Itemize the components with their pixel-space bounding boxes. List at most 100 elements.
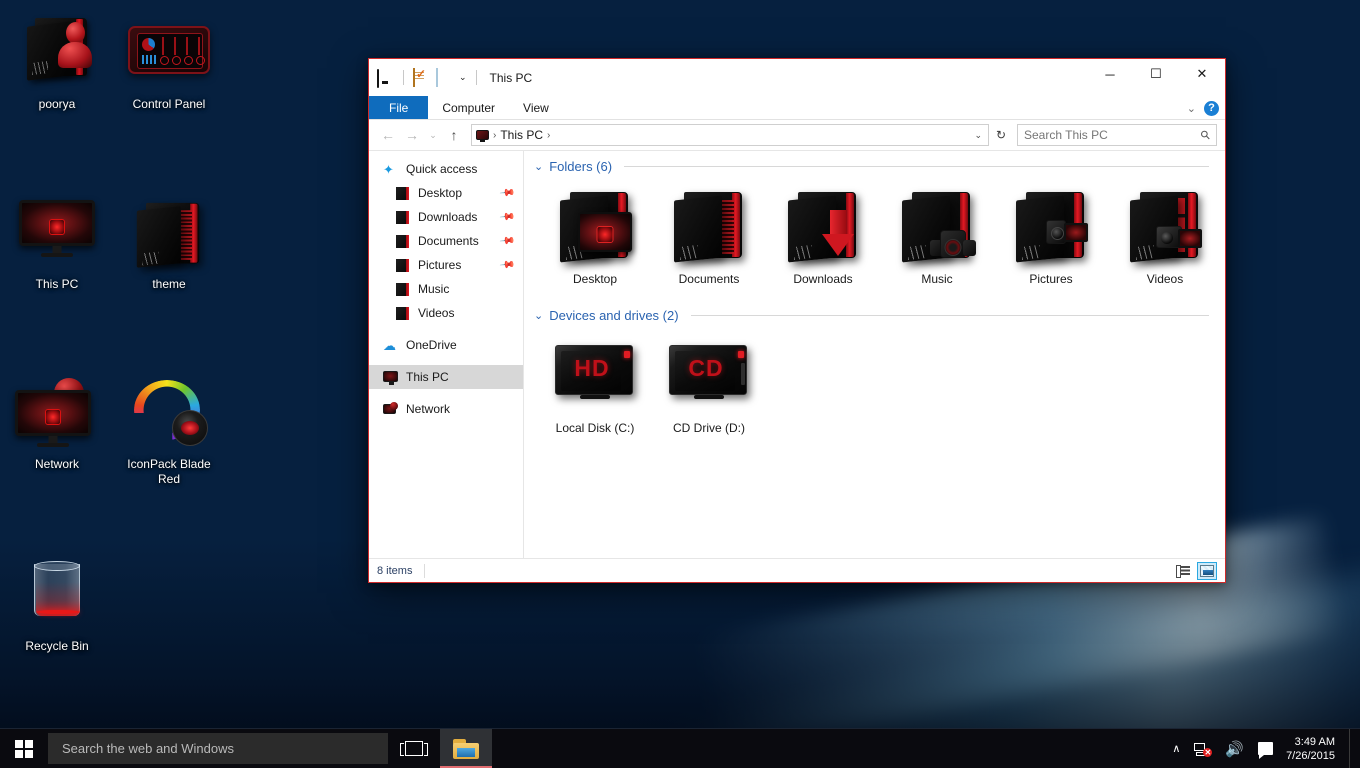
chevron-down-icon[interactable]: ⌄ — [534, 160, 543, 173]
properties-icon[interactable] — [413, 69, 430, 86]
recent-locations-button[interactable]: ⌄ — [425, 124, 441, 146]
window-controls[interactable]: ─ ☐ ✕ — [1087, 59, 1225, 89]
file-item-cd-drive-d[interactable]: CD CD Drive (D:) — [652, 331, 766, 443]
sidebar-item-network[interactable]: Network — [369, 397, 523, 421]
chevron-down-icon[interactable]: ⌄ — [1187, 102, 1196, 115]
desktop-icon-recycle-bin[interactable]: Recycle Bin — [2, 556, 112, 655]
action-center-button[interactable] — [1251, 729, 1280, 768]
quick-access-toolbar[interactable]: ⌄ — [377, 69, 480, 86]
search-icon[interactable]: ⚲ — [1198, 127, 1214, 143]
breadcrumb-item-this-pc[interactable]: This PC — [500, 128, 543, 142]
search-input[interactable]: Search This PC ⚲ — [1017, 124, 1217, 146]
desktop-icon-theme[interactable]: theme — [114, 194, 224, 293]
file-item-downloads[interactable]: Downloads — [766, 182, 880, 294]
folder-icon — [395, 306, 411, 321]
volume-button[interactable]: 🔊 — [1218, 729, 1251, 768]
desktop-icon-poorya[interactable]: poorya — [2, 14, 112, 113]
ribbon-tab-bar[interactable]: File Computer View ⌄ ? — [369, 96, 1225, 120]
search-placeholder: Search This PC — [1024, 128, 1108, 142]
file-item-videos[interactable]: Videos — [1108, 182, 1222, 294]
pin-icon[interactable]: 📌 — [498, 209, 515, 225]
sidebar-item-label: OneDrive — [406, 338, 457, 352]
up-button[interactable]: ↑ — [443, 124, 465, 146]
new-folder-icon[interactable] — [436, 69, 453, 86]
customize-caret-icon[interactable]: ⌄ — [459, 72, 467, 83]
chevron-down-icon[interactable]: ⌄ — [534, 309, 543, 322]
sidebar-item-label: Documents — [418, 234, 479, 248]
sidebar-item-videos[interactable]: Videos — [369, 301, 523, 325]
details-view-button[interactable] — [1173, 562, 1193, 580]
desktop-icon-iconpack[interactable]: IconPack Blade Red — [114, 374, 224, 488]
desktop-icon-label: Control Panel — [130, 96, 209, 113]
divider — [691, 315, 1209, 316]
group-title: Folders (6) — [549, 159, 612, 174]
file-item-pictures[interactable]: Pictures — [994, 182, 1108, 294]
desktop-icon-control-panel[interactable]: Control Panel — [114, 14, 224, 113]
taskbar-search-input[interactable]: Search the web and Windows — [48, 733, 388, 764]
music-folder-icon — [882, 186, 992, 270]
desktop-icon-label: IconPack Blade Red — [114, 456, 224, 488]
folders-grid: Desktop Documents Downloads — [524, 176, 1225, 296]
close-button[interactable]: ✕ — [1179, 59, 1225, 89]
group-header-devices[interactable]: ⌄ Devices and drives (2) — [524, 296, 1225, 325]
file-item-desktop[interactable]: Desktop — [538, 182, 652, 294]
minimize-button[interactable]: ─ — [1087, 59, 1133, 89]
show-desktop-button[interactable] — [1349, 729, 1356, 768]
sidebar-item-this-pc[interactable]: This PC — [369, 365, 523, 389]
file-item-label: Videos — [1147, 272, 1183, 286]
taskbar-app-file-explorer[interactable] — [440, 729, 492, 768]
sidebar-item-music[interactable]: Music — [369, 277, 523, 301]
address-bar[interactable]: › This PC › ⌄ — [471, 124, 989, 146]
group-header-folders[interactable]: ⌄ Folders (6) — [524, 151, 1225, 176]
start-button[interactable] — [0, 729, 48, 768]
file-explorer-window[interactable]: ⌄ This PC ─ ☐ ✕ File Computer View ⌄ ? ←… — [368, 58, 1226, 583]
this-pc-icon — [383, 370, 399, 385]
sidebar-item-label: Quick access — [406, 162, 477, 176]
pin-icon[interactable]: 📌 — [498, 233, 515, 249]
forward-button[interactable]: → — [401, 124, 423, 146]
show-hidden-icons-button[interactable]: ∧ — [1165, 729, 1187, 768]
sidebar-item-documents[interactable]: Documents 📌 — [369, 229, 523, 253]
this-pc-monitor-icon — [2, 194, 112, 270]
sidebar-item-desktop[interactable]: Desktop 📌 — [369, 181, 523, 205]
view-mode-buttons[interactable] — [1173, 562, 1217, 580]
file-item-documents[interactable]: Documents — [652, 182, 766, 294]
system-tray[interactable]: ∧ ✕ 🔊 3:49 AM 7/26/2015 — [1165, 729, 1360, 768]
file-explorer-icon — [453, 739, 479, 759]
pin-icon[interactable]: 📌 — [498, 257, 515, 273]
back-button[interactable]: ← — [377, 124, 399, 146]
large-icons-view-button[interactable] — [1197, 562, 1217, 580]
taskbar[interactable]: Search the web and Windows ∧ ✕ 🔊 — [0, 728, 1360, 768]
sidebar-item-onedrive[interactable]: ☁ OneDrive — [369, 333, 523, 357]
group-title: Devices and drives (2) — [549, 308, 678, 323]
clock[interactable]: 3:49 AM 7/26/2015 — [1280, 735, 1345, 763]
tab-view[interactable]: View — [509, 96, 563, 119]
task-view-button[interactable] — [388, 729, 440, 768]
file-item-music[interactable]: Music — [880, 182, 994, 294]
desktop[interactable]: poorya Control Panel This PC — [0, 0, 1360, 768]
navigation-pane[interactable]: ✦ Quick access Desktop 📌 Downloads 📌 Doc… — [369, 151, 524, 558]
pin-icon[interactable]: 📌 — [498, 185, 515, 201]
help-button[interactable]: ? — [1204, 101, 1219, 116]
address-dropdown-icon[interactable]: ⌄ — [974, 130, 984, 141]
folder-icon — [395, 234, 411, 249]
tab-file[interactable]: File — [369, 96, 428, 119]
desktop-icon-network[interactable]: Network — [2, 374, 112, 473]
sidebar-item-label: Network — [406, 402, 450, 416]
file-item-local-disk-c[interactable]: HD Local Disk (C:) — [538, 331, 652, 443]
title-bar[interactable]: ⌄ This PC ─ ☐ ✕ — [369, 59, 1225, 96]
tab-computer[interactable]: Computer — [428, 96, 509, 119]
sidebar-item-pictures[interactable]: Pictures 📌 — [369, 253, 523, 277]
file-item-label: Local Disk (C:) — [556, 421, 635, 435]
network-status-button[interactable]: ✕ — [1187, 729, 1218, 768]
sidebar-item-downloads[interactable]: Downloads 📌 — [369, 205, 523, 229]
desktop-icon-this-pc[interactable]: This PC — [2, 194, 112, 293]
sidebar-item-quick-access[interactable]: ✦ Quick access — [369, 157, 523, 181]
task-view-icon — [405, 741, 423, 756]
refresh-button[interactable]: ↻ — [991, 124, 1011, 146]
breadcrumb-separator[interactable]: › — [547, 130, 550, 141]
file-list-pane[interactable]: ⌄ Folders (6) Desktop — [524, 151, 1225, 558]
address-bar-row[interactable]: ← → ⌄ ↑ › This PC › ⌄ ↻ Search This PC ⚲ — [369, 120, 1225, 150]
maximize-button[interactable]: ☐ — [1133, 59, 1179, 89]
this-pc-icon[interactable] — [377, 69, 394, 86]
